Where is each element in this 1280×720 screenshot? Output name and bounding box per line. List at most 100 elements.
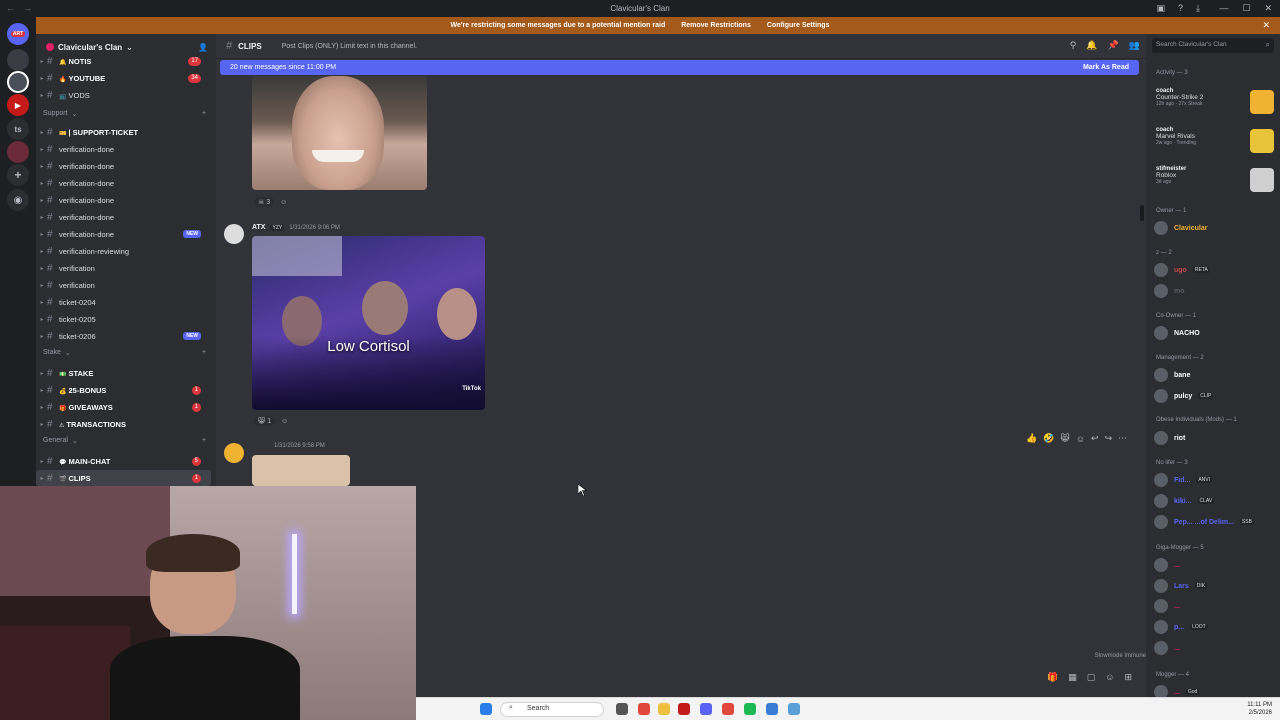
channel-item[interactable]: ▸ # 🔥 YOUTUBE 34 <box>36 70 211 86</box>
add-channel-icon[interactable]: + <box>202 110 206 117</box>
pin-icon[interactable]: 📌 <box>1108 40 1119 51</box>
task-view-icon[interactable] <box>616 703 628 715</box>
message-image-3[interactable] <box>252 455 350 486</box>
chevron-right-icon[interactable]: ▸ <box>37 475 47 482</box>
category-support[interactable]: Support ⌄ + <box>43 110 206 118</box>
chevron-right-icon[interactable]: ▸ <box>37 92 47 99</box>
mark-as-read-button[interactable]: Mark As Read <box>1083 64 1129 71</box>
chevron-right-icon[interactable]: ▸ <box>37 58 47 65</box>
channel-item[interactable]: ▸ # ticket-0206 NEW <box>36 328 211 344</box>
member-item[interactable]: ... <box>1154 556 1278 574</box>
channel-item[interactable]: ▸ # verification-done <box>36 141 211 157</box>
author-name[interactable]: ATX <box>252 224 265 231</box>
browser-icon[interactable] <box>722 703 734 715</box>
add-member-icon[interactable]: 👤 <box>198 43 208 52</box>
channel-item[interactable]: ▸ # 🔔 NOTIS 17 <box>36 53 211 69</box>
avatar[interactable] <box>224 443 244 463</box>
channel-item[interactable]: ▸ # ⚠ TRANSACTIONS <box>36 416 211 432</box>
chevron-right-icon[interactable]: ▸ <box>37 214 47 221</box>
help-icon[interactable]: ? <box>1178 3 1183 14</box>
chevron-right-icon[interactable]: ▸ <box>37 387 47 394</box>
member-item[interactable]: riot <box>1154 429 1278 447</box>
channel-item[interactable]: ▸ # verification-done <box>36 209 211 225</box>
channel-item[interactable]: ▸ # ticket-0205 <box>36 311 211 327</box>
chevron-right-icon[interactable]: ▸ <box>37 197 47 204</box>
add-channel-icon[interactable]: + <box>202 437 206 444</box>
configure-settings-link[interactable]: Configure Settings <box>767 22 830 29</box>
member-item[interactable]: p... LOOT <box>1154 618 1278 636</box>
server-icon-3[interactable]: ▶ <box>7 94 29 116</box>
member-item[interactable]: ... <box>1154 639 1278 657</box>
chevron-right-icon[interactable]: ▸ <box>37 458 47 465</box>
server-icon-home[interactable]: ART <box>7 23 29 45</box>
reaction-chip[interactable]: ☠ 3 <box>254 197 275 207</box>
back-icon[interactable]: ← <box>6 3 15 13</box>
member-item[interactable]: Clavicular <box>1154 219 1278 237</box>
chevron-right-icon[interactable]: ▸ <box>37 333 47 340</box>
member-item[interactable]: Pep... ...of Delim... SSB <box>1154 513 1278 531</box>
add-reaction-icon[interactable]: ☺ <box>281 418 288 425</box>
channel-item[interactable]: ▸ # 🎬 CLIPS 1 <box>36 470 211 486</box>
close-window-button[interactable]: ✕ <box>1264 3 1272 14</box>
inbox-icon[interactable]: ▣ <box>1156 3 1165 14</box>
channel-item[interactable]: ▸ # 💵 STAKE <box>36 365 211 381</box>
channel-item[interactable]: ▸ # verification-done <box>36 175 211 191</box>
message-image-face[interactable] <box>252 76 427 190</box>
member-item[interactable]: Lars DIK <box>1154 577 1278 595</box>
member-item[interactable]: mo <box>1154 282 1278 300</box>
app-icon[interactable] <box>766 703 778 715</box>
gift-icon[interactable]: 🎁 <box>1047 672 1058 683</box>
channel-item[interactable]: ▸ # verification-done NEW <box>36 226 211 242</box>
threads-icon[interactable]: ⚲ <box>1070 40 1077 51</box>
category-stake[interactable]: Stake ⌄ + <box>43 349 206 357</box>
emoji-icon[interactable]: ☺ <box>1105 672 1114 683</box>
server-icon-clan[interactable] <box>7 71 29 93</box>
clock[interactable]: 11:11 PM 2/5/2026 <box>1247 701 1272 717</box>
channel-item[interactable]: ▸ # 🎫 | SUPPORT-TICKET <box>36 124 211 140</box>
app-icon[interactable] <box>788 703 800 715</box>
member-item[interactable]: ugo RETA <box>1154 261 1278 279</box>
app-icon[interactable] <box>678 703 690 715</box>
channel-item[interactable]: ▸ # verification <box>36 277 211 293</box>
channel-item[interactable]: ▸ # verification <box>36 260 211 276</box>
channel-item[interactable]: ▸ # verification-done <box>36 158 211 174</box>
bell-icon[interactable]: 🔔 <box>1086 40 1097 51</box>
close-icon[interactable]: ✕ <box>1262 20 1270 31</box>
channel-topic[interactable]: Post Clips (ONLY) Limit text in this cha… <box>282 43 417 50</box>
reaction-chip[interactable]: 😸 1 <box>254 416 276 426</box>
discover-icon[interactable]: ◉ <box>7 189 29 211</box>
nav-arrows[interactable]: ← → <box>6 3 32 13</box>
reaction-icon[interactable]: 😸 <box>1060 433 1069 444</box>
more-icon[interactable]: ⋯ <box>1118 433 1127 444</box>
apps-icon[interactable]: ⊞ <box>1124 672 1132 683</box>
member-item[interactable]: pulcy CLIP <box>1154 387 1278 405</box>
chevron-right-icon[interactable]: ▸ <box>37 163 47 170</box>
forward-icon[interactable]: → <box>23 3 32 13</box>
taskbar-search-input[interactable]: ⌕ Search <box>500 702 604 717</box>
message-video-thumbnail[interactable]: Low Cortisol TikTok <box>252 236 485 410</box>
chevron-right-icon[interactable]: ▸ <box>37 129 47 136</box>
remove-restrictions-link[interactable]: Remove Restrictions <box>681 22 751 29</box>
channel-item[interactable]: ▸ # verification-done <box>36 192 211 208</box>
gif-icon[interactable]: ▦ <box>1068 672 1077 683</box>
sticker-icon[interactable]: ▢ <box>1087 672 1096 683</box>
chevron-right-icon[interactable]: ▸ <box>37 231 47 238</box>
channel-item[interactable]: ▸ # verification-reviewing <box>36 243 211 259</box>
channel-item[interactable]: ▸ # 🎁 GIVEAWAYS 1 <box>36 399 211 415</box>
download-icon[interactable]: ⤓ <box>1196 3 1200 14</box>
avatar[interactable] <box>224 224 244 244</box>
member-item[interactable]: Fid... ANVI <box>1154 471 1278 489</box>
activity-card[interactable]: coach Counter-Strike 2 12h ago · 27x Strea… <box>1156 88 1274 122</box>
folder-icon[interactable] <box>658 703 670 715</box>
chrome-icon[interactable] <box>638 703 650 715</box>
server-icon-5[interactable] <box>7 141 29 163</box>
chevron-right-icon[interactable]: ▸ <box>37 265 47 272</box>
discord-icon[interactable] <box>700 703 712 715</box>
chevron-right-icon[interactable]: ▸ <box>37 316 47 323</box>
add-server-icon[interactable]: + <box>7 164 29 186</box>
add-channel-icon[interactable]: + <box>202 349 206 356</box>
chevron-right-icon[interactable]: ▸ <box>37 180 47 187</box>
chat-scrollbar[interactable] <box>1140 205 1144 221</box>
chevron-right-icon[interactable]: ▸ <box>37 421 47 428</box>
spotify-icon[interactable] <box>744 703 756 715</box>
